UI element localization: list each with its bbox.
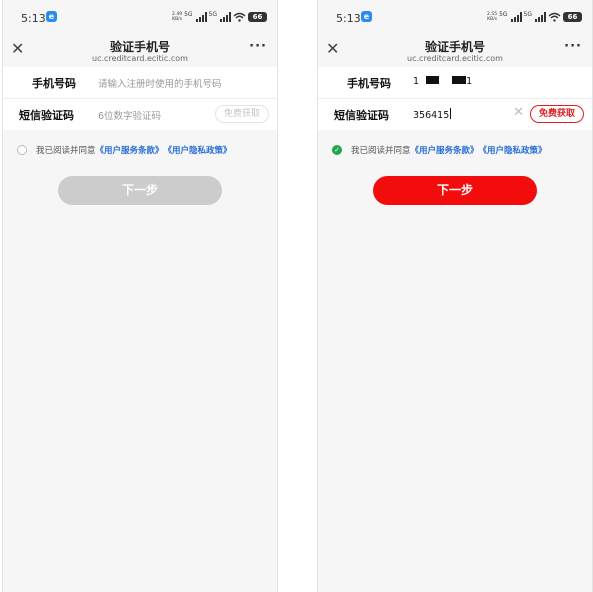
status-time: 5:13 (21, 12, 46, 25)
battery-icon: 66 (248, 12, 267, 22)
agreement-prefix: 我已阅读并同意 (36, 146, 96, 156)
phone-row: 手机号码 请输入注册时使用的手机号码 (3, 67, 277, 99)
verify-form: 手机号码 请输入注册时使用的手机号码 短信验证码 6位数字验证码 免费获取 (3, 67, 277, 130)
page-url: uc.creditcard.ecitic.com (407, 54, 503, 63)
nav-header: ✕ 验证手机号 uc.creditcard.ecitic.com ··· (3, 36, 277, 66)
terms-link[interactable]: 《用户服务条款》 (411, 144, 479, 156)
code-row: 短信验证码 6位数字验证码 免费获取 (3, 99, 277, 130)
screen-after: 5:13 e 2.55 KB/s 5G 5G 66 ✕ 验证手机号 uc.cred… (317, 0, 593, 592)
next-button[interactable]: 下一步 (373, 176, 537, 205)
verify-form: 手机号码 1 1 短信验证码 356415 ✕ 免费获取 (318, 67, 592, 130)
code-row: 短信验证码 356415 ✕ 免费获取 (318, 99, 592, 130)
signal-5g-label: 5G (184, 11, 193, 18)
network-speed: 2.49 KB/s (172, 12, 183, 22)
privacy-link[interactable]: 《用户隐私政策》 (479, 144, 547, 156)
next-button[interactable]: 下一步 (58, 176, 222, 205)
privacy-link[interactable]: 《用户隐私政策》 (164, 144, 232, 156)
system-icons: 2.49 KB/s 5G 5G 66 (170, 11, 267, 23)
phone-label: 手机号码 (32, 77, 76, 90)
signal-icon-2 (220, 12, 231, 22)
network-speed: 2.55 KB/s (487, 12, 498, 22)
code-input[interactable]: 6位数字验证码 (98, 108, 161, 122)
more-icon[interactable]: ··· (564, 39, 582, 54)
text-caret (450, 108, 452, 119)
system-icons: 2.55 KB/s 5G 5G 66 (485, 11, 582, 23)
get-code-button[interactable]: 免费获取 (529, 105, 584, 123)
agreement-row: 我已阅读并同意 《用户服务条款》 《用户隐私政策》 (17, 144, 232, 156)
signal-icon (195, 12, 207, 22)
redaction-mask (426, 76, 440, 84)
code-input[interactable]: 356415 (413, 108, 452, 121)
status-time: 5:13 (336, 12, 361, 25)
phone-row: 手机号码 1 1 (318, 67, 592, 99)
battery-icon: 66 (563, 12, 582, 22)
code-label: 短信验证码 (334, 109, 389, 122)
more-icon[interactable]: ··· (249, 39, 267, 54)
signal-5g-label-2: 5G (523, 11, 532, 18)
signal-icon-2 (535, 12, 546, 22)
code-value: 356415 (413, 110, 450, 121)
phone-label: 手机号码 (347, 77, 391, 90)
status-bar: 5:13 e 2.55 KB/s 5G 5G 66 (318, 0, 592, 36)
terms-link[interactable]: 《用户服务条款》 (96, 144, 164, 156)
nav-header: ✕ 验证手机号 uc.creditcard.ecitic.com ··· (318, 36, 592, 66)
status-bar: 5:13 e 2.49 KB/s 5G 5G 66 (3, 0, 277, 36)
screen-before: 5:13 e 2.49 KB/s 5G 5G 66 ✕ 验证手机号 uc.cred… (2, 0, 278, 592)
phone-last-digit: 1 (466, 76, 473, 87)
app-notification-icon: e (361, 11, 372, 22)
signal-5g-label: 5G (499, 11, 508, 18)
signal-5g-label-2: 5G (208, 11, 217, 18)
signal-icon (510, 12, 522, 22)
page-title: 验证手机号 (109, 40, 170, 54)
wifi-icon (548, 12, 561, 22)
agreement-prefix: 我已阅读并同意 (351, 146, 411, 156)
agreement-row: ✓ 我已阅读并同意 《用户服务条款》 《用户隐私政策》 (332, 144, 547, 156)
phone-first-digit: 1 (413, 76, 420, 87)
code-label: 短信验证码 (19, 109, 74, 122)
page-title: 验证手机号 (424, 40, 485, 54)
redaction-mask-2 (452, 76, 467, 84)
checkbox-icon[interactable] (17, 145, 27, 155)
checkbox-icon[interactable]: ✓ (332, 145, 342, 155)
wifi-icon (233, 12, 246, 22)
phone-input[interactable]: 请输入注册时使用的手机号码 (98, 76, 222, 90)
get-code-button[interactable]: 免费获取 (214, 105, 269, 123)
phone-input[interactable]: 1 1 (413, 76, 472, 87)
app-notification-icon: e (46, 11, 57, 22)
clear-icon[interactable]: ✕ (513, 106, 524, 119)
page-url: uc.creditcard.ecitic.com (92, 54, 188, 63)
